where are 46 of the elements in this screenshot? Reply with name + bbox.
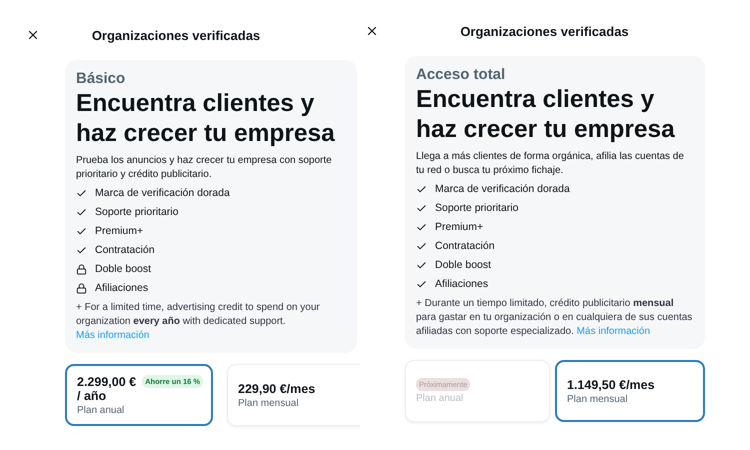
check-icon: [416, 260, 427, 270]
feature-label: Marca de verificación dorada: [95, 187, 230, 199]
plan-option[interactable]: 1.149,50 €/mes Plan mensual: [555, 360, 705, 422]
check-icon: [416, 222, 427, 232]
dialog-title: Organizaciones verificadas: [459, 24, 630, 38]
price: 229,90 €/mes: [238, 382, 316, 396]
check-icon: [416, 278, 427, 290]
price-period: / año: [77, 388, 108, 402]
check-icon: [76, 244, 87, 256]
feature-label: Premium+: [95, 225, 144, 237]
plan-option[interactable]: 229,90 €/mes Plan mensual: [227, 364, 360, 426]
feature-label: Soporte prioritario: [95, 206, 178, 218]
plan-label: Plan anual: [416, 393, 464, 404]
feature-label: Doble boost: [95, 263, 152, 275]
feature-label: Contratación: [435, 240, 495, 252]
feature-label: Contratación: [95, 244, 155, 256]
description: Prueba los anuncios y haz crecer tu empresa con soporte prioritario y crédito publicitario.: [76, 154, 333, 182]
check-icon: [76, 188, 87, 198]
check-icon: [416, 240, 427, 252]
feature-label: Soporte prioritario: [435, 202, 518, 214]
feature-label: Afiliaciones: [435, 278, 488, 290]
promo-note: + For a limited time, advertising credit to spend on your organization every año with dedicated support. Más información: [76, 301, 321, 343]
check-icon: [416, 202, 427, 214]
tier-name: Básico: [76, 70, 126, 87]
check-icon: [76, 226, 87, 236]
close-icon[interactable]: [26, 28, 40, 42]
headline: Encuentra clientes y haz crecer tu empresa: [416, 85, 676, 145]
feature-label: Marca de verificación dorada: [435, 183, 570, 195]
check-icon: [416, 184, 427, 194]
plan-label: Plan anual: [77, 404, 126, 416]
lock-icon: [76, 264, 87, 274]
lock-icon: [76, 282, 87, 294]
feature-label: Doble boost: [435, 259, 492, 271]
tier-name: Acceso total: [416, 66, 506, 83]
plan-label: Plan mensual: [567, 394, 629, 404]
close-icon[interactable]: [365, 24, 379, 38]
plan-label: Plan mensual: [238, 398, 300, 408]
headline: Encuentra clientes y haz crecer tu empresa: [76, 89, 336, 149]
price: 1.149,50 €/mes: [567, 378, 655, 392]
price: 2.299,00 €: [77, 374, 136, 388]
dialog-title: Organizaciones verificadas: [90, 28, 262, 42]
feature-label: Afiliaciones: [95, 282, 148, 294]
feature-label: Premium+: [435, 221, 484, 233]
description: Llega a más clientes de forma orgánica, afilia las cuentas de tu red o busca tu próximo fichaje.: [416, 150, 685, 178]
check-icon: [76, 206, 87, 218]
promo-note: + Durante un tiempo limitado, crédito publicitario mensual para gastar en tu organización o en cualquiera de sus cuentas afiliadas con soporte especializado. Más información: [416, 297, 694, 339]
